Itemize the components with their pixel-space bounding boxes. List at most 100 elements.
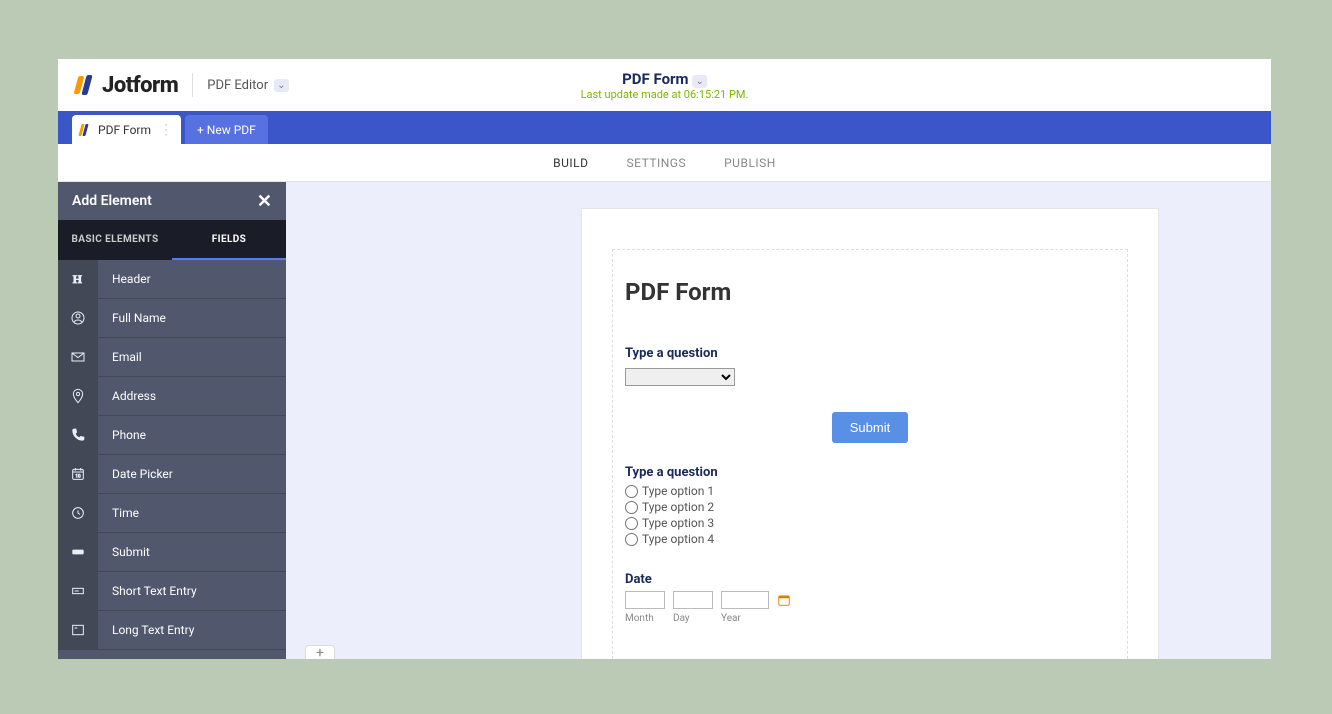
month-label: Month bbox=[625, 613, 665, 624]
question-dropdown[interactable] bbox=[625, 368, 735, 386]
question-label: Type a question bbox=[625, 346, 1115, 361]
radio-option[interactable]: Type option 4 bbox=[625, 532, 1115, 546]
logo[interactable]: Jotform bbox=[76, 73, 178, 98]
long-text-icon bbox=[58, 611, 98, 649]
radio-input[interactable] bbox=[625, 485, 638, 498]
add-element-toggle[interactable]: + bbox=[305, 645, 335, 659]
svg-text:10: 10 bbox=[75, 473, 81, 479]
day-input[interactable] bbox=[673, 591, 713, 609]
calendar-icon: 10 bbox=[58, 455, 98, 493]
date-month-col: Month bbox=[625, 591, 665, 624]
element-label: Short Text Entry bbox=[112, 584, 197, 598]
subnav: BUILD SETTINGS PUBLISH bbox=[58, 144, 1271, 182]
topbar: Jotform PDF Editor ⌄ PDF Form ⌄ Last upd… bbox=[58, 59, 1271, 111]
phone-icon bbox=[58, 416, 98, 454]
subnav-build[interactable]: BUILD bbox=[553, 156, 588, 170]
panel-header: Add Element ✕ bbox=[58, 182, 286, 220]
element-label: Time bbox=[112, 506, 139, 520]
radio-input[interactable] bbox=[625, 533, 638, 546]
panel-tab-fields[interactable]: FIELDS bbox=[172, 220, 286, 260]
divider bbox=[192, 73, 193, 97]
year-label: Year bbox=[721, 613, 769, 624]
element-label: Header bbox=[112, 272, 151, 286]
element-submit[interactable]: Submit bbox=[58, 533, 286, 572]
form-title[interactable]: PDF Form bbox=[625, 278, 1115, 346]
element-label: Date Picker bbox=[112, 467, 173, 481]
email-icon bbox=[58, 338, 98, 376]
element-label: Submit bbox=[112, 545, 150, 559]
radio-input[interactable] bbox=[625, 501, 638, 514]
radio-option[interactable]: Type option 1 bbox=[625, 484, 1115, 498]
logo-icon bbox=[76, 75, 96, 95]
header-icon: H bbox=[58, 260, 98, 298]
chevron-down-icon: ⌄ bbox=[274, 79, 288, 92]
element-time[interactable]: Time bbox=[58, 494, 286, 533]
radio-input[interactable] bbox=[625, 517, 638, 530]
form-inner: PDF Form Type a question Submit Type a q… bbox=[612, 249, 1128, 659]
form-canvas[interactable]: PDF Form Type a question Submit Type a q… bbox=[581, 208, 1159, 659]
brand-name: Jotform bbox=[102, 73, 178, 98]
document-title-block: PDF Form ⌄ Last update made at 06:15:21 … bbox=[581, 69, 749, 101]
tab-label: PDF Form bbox=[98, 123, 151, 137]
document-icon bbox=[80, 124, 92, 136]
element-header[interactable]: H Header bbox=[58, 260, 286, 299]
submit-button[interactable]: Submit bbox=[832, 412, 908, 443]
panel-tab-basic[interactable]: BASIC ELEMENTS bbox=[58, 220, 172, 260]
date-day-col: Day bbox=[673, 591, 713, 624]
element-datepicker[interactable]: 10 Date Picker bbox=[58, 455, 286, 494]
svg-text:H: H bbox=[72, 272, 82, 286]
radio-option[interactable]: Type option 2 bbox=[625, 500, 1115, 514]
element-fullname[interactable]: Full Name bbox=[58, 299, 286, 338]
document-tabs-bar: PDF Form ⋮ + New PDF bbox=[58, 111, 1271, 144]
close-icon[interactable]: ✕ bbox=[257, 191, 272, 212]
day-label: Day bbox=[673, 613, 713, 624]
element-shorttext[interactable]: Short Text Entry bbox=[58, 572, 286, 611]
calendar-picker-icon[interactable] bbox=[777, 593, 791, 607]
question-dropdown-block[interactable]: Type a question bbox=[625, 346, 1115, 386]
date-year-col: Year bbox=[721, 591, 769, 624]
date-inputs: Month Day Year bbox=[625, 591, 1115, 624]
element-address[interactable]: Address bbox=[58, 377, 286, 416]
panel-title: Add Element bbox=[72, 193, 152, 209]
elements-list: H Header Full Name Email bbox=[58, 260, 286, 659]
year-input[interactable] bbox=[721, 591, 769, 609]
editor-label-text: PDF Editor bbox=[207, 78, 268, 93]
radio-label: Type option 4 bbox=[642, 532, 714, 546]
subnav-publish[interactable]: PUBLISH bbox=[724, 156, 776, 170]
element-label: Phone bbox=[112, 428, 146, 442]
month-input[interactable] bbox=[625, 591, 665, 609]
document-title[interactable]: PDF Form bbox=[622, 70, 688, 88]
panel-tabs: BASIC ELEMENTS FIELDS bbox=[58, 220, 286, 260]
submit-row: Submit bbox=[625, 412, 1115, 443]
tab-pdf-form[interactable]: PDF Form ⋮ bbox=[72, 115, 181, 144]
editor-dropdown[interactable]: PDF Editor ⌄ bbox=[207, 78, 288, 93]
question-date-block[interactable]: Date Month Day Year bbox=[625, 572, 1115, 624]
element-longtext[interactable]: Long Text Entry bbox=[58, 611, 286, 650]
user-icon bbox=[58, 299, 98, 337]
last-update-text: Last update made at 06:15:21 PM. bbox=[581, 88, 749, 101]
content-area: Add Element ✕ BASIC ELEMENTS FIELDS H He… bbox=[58, 182, 1271, 659]
app-window: Jotform PDF Editor ⌄ PDF Form ⌄ Last upd… bbox=[58, 59, 1271, 659]
element-label: Email bbox=[112, 350, 142, 364]
element-label: Address bbox=[112, 389, 156, 403]
question-radio-block[interactable]: Type a question Type option 1 Type optio… bbox=[625, 465, 1115, 546]
submit-icon bbox=[58, 533, 98, 571]
clock-icon bbox=[58, 494, 98, 532]
tab-menu-icon[interactable]: ⋮ bbox=[159, 122, 173, 138]
radio-label: Type option 3 bbox=[642, 516, 714, 530]
radio-label: Type option 1 bbox=[642, 484, 714, 498]
question-label: Date bbox=[625, 572, 1115, 587]
new-pdf-label: + New PDF bbox=[197, 123, 256, 137]
chevron-down-icon[interactable]: ⌄ bbox=[693, 75, 707, 88]
short-text-icon bbox=[58, 572, 98, 610]
element-label: Long Text Entry bbox=[112, 623, 194, 637]
element-phone[interactable]: Phone bbox=[58, 416, 286, 455]
subnav-settings[interactable]: SETTINGS bbox=[627, 156, 687, 170]
radio-label: Type option 2 bbox=[642, 500, 714, 514]
pin-icon bbox=[58, 377, 98, 415]
radio-option[interactable]: Type option 3 bbox=[625, 516, 1115, 530]
elements-panel: Add Element ✕ BASIC ELEMENTS FIELDS H He… bbox=[58, 182, 286, 659]
new-pdf-button[interactable]: + New PDF bbox=[185, 115, 268, 144]
element-email[interactable]: Email bbox=[58, 338, 286, 377]
element-label: Full Name bbox=[112, 311, 166, 325]
